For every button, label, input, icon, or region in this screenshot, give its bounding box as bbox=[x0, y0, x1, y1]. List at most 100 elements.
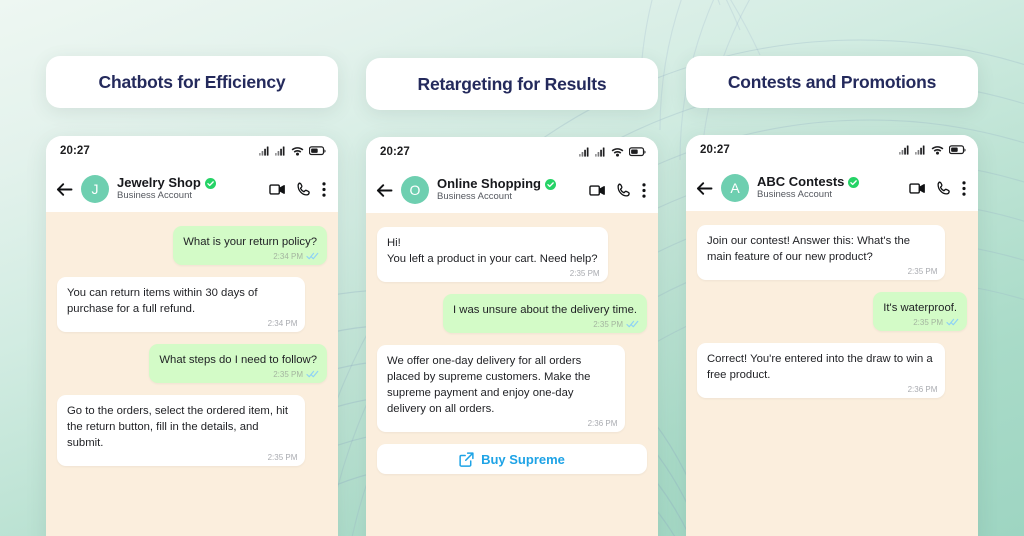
battery-icon bbox=[949, 145, 966, 155]
chat-header: J Jewelry Shop Business Account bbox=[46, 166, 338, 212]
outgoing-message-bubble[interactable]: I was unsure about the delivery time. 2:3… bbox=[443, 294, 647, 334]
message-text: We offer one-day delivery for all orders… bbox=[387, 355, 591, 416]
poster-canvas: Chatbots for Efficiency 20:27 J Jewelry Sho… bbox=[0, 0, 1024, 536]
more-options-icon[interactable] bbox=[962, 180, 966, 196]
title-card: Retargeting for Results bbox=[366, 58, 658, 110]
avatar[interactable]: J bbox=[81, 175, 109, 203]
chat-body: What is your return policy? 2:34 PM You ca… bbox=[46, 212, 338, 536]
signal-icon bbox=[915, 145, 926, 155]
contact-info[interactable]: Online Shopping Business Account bbox=[437, 177, 581, 202]
message-timestamp: 2:35 PM bbox=[913, 317, 943, 327]
phone-call-icon[interactable] bbox=[617, 183, 631, 197]
incoming-message-bubble[interactable]: We offer one-day delivery for all orders… bbox=[377, 345, 626, 433]
back-arrow-icon[interactable] bbox=[376, 183, 393, 198]
message-text: Correct! You're entered into the draw to… bbox=[707, 353, 933, 382]
contact-name: Jewelry Shop bbox=[117, 175, 201, 191]
wifi-icon bbox=[291, 146, 304, 156]
wifi-icon bbox=[931, 145, 944, 155]
title-card: Contests and Promotions bbox=[686, 56, 978, 108]
message-timestamp: 2:35 PM bbox=[267, 452, 298, 462]
contact-name-row: Jewelry Shop bbox=[117, 176, 261, 190]
more-options-icon[interactable] bbox=[322, 181, 326, 197]
outgoing-message-bubble[interactable]: What is your return policy? 2:34 PM bbox=[173, 226, 327, 266]
verified-badge-icon bbox=[545, 178, 556, 190]
read-receipt-icon bbox=[946, 319, 959, 326]
message-row: Go to the orders, select the ordered ite… bbox=[57, 395, 327, 467]
incoming-message-bubble[interactable]: Correct! You're entered into the draw to… bbox=[697, 343, 946, 399]
message-text: Hi! You left a product in your cart. Need… bbox=[387, 237, 598, 266]
back-arrow-icon[interactable] bbox=[696, 181, 713, 196]
title-text: Retargeting for Results bbox=[417, 73, 607, 94]
avatar[interactable]: A bbox=[721, 174, 749, 202]
avatar[interactable]: O bbox=[401, 176, 429, 204]
title-text: Contests and Promotions bbox=[727, 71, 937, 92]
header-actions bbox=[909, 180, 968, 196]
status-time: 20:27 bbox=[60, 145, 90, 157]
outgoing-message-bubble[interactable]: What steps do I need to follow? 2:35 PM bbox=[149, 344, 327, 384]
wifi-icon bbox=[611, 147, 624, 157]
message-text: It's waterproof. bbox=[883, 302, 957, 315]
message-row: We offer one-day delivery for all orders… bbox=[377, 345, 647, 433]
message-row: I was unsure about the delivery time. 2:3… bbox=[377, 294, 647, 334]
status-time: 20:27 bbox=[380, 146, 410, 158]
message-text: I was unsure about the delivery time. bbox=[453, 304, 637, 317]
message-timestamp: 2:36 PM bbox=[587, 418, 618, 428]
back-arrow-icon[interactable] bbox=[56, 182, 73, 197]
phone-call-icon[interactable] bbox=[937, 181, 951, 195]
message-meta: 2:36 PM bbox=[908, 384, 938, 395]
signal-icon bbox=[899, 145, 910, 155]
message-timestamp: 2:34 PM bbox=[273, 251, 303, 261]
message-meta: 2:34 PM bbox=[268, 318, 298, 329]
phone-mockup: 20:27 A ABC Contests Business Account Join o… bbox=[686, 135, 978, 536]
header-actions bbox=[269, 181, 328, 197]
message-timestamp: 2:35 PM bbox=[569, 268, 600, 278]
contact-name: ABC Contests bbox=[757, 174, 845, 190]
message-row: It's waterproof. 2:35 PM bbox=[697, 292, 967, 332]
battery-icon bbox=[629, 147, 646, 157]
message-meta: 2:35 PM bbox=[908, 266, 938, 277]
message-meta: 2:35 PM bbox=[913, 317, 959, 328]
buy-supreme-button[interactable]: Buy Supreme bbox=[377, 444, 647, 475]
message-meta: 2:36 PM bbox=[588, 418, 618, 429]
contact-subtitle: Business Account bbox=[117, 190, 192, 202]
phone-mockup: 20:27 O Online Shopping Business Account Hi!… bbox=[366, 137, 658, 536]
contact-info[interactable]: Jewelry Shop Business Account bbox=[117, 176, 261, 201]
message-timestamp: 2:34 PM bbox=[267, 318, 298, 328]
message-text: Join our contest! Answer this: What's th… bbox=[707, 235, 911, 264]
signal-icon bbox=[275, 146, 286, 156]
title-text: Chatbots for Efficiency bbox=[98, 71, 286, 92]
verified-badge-icon bbox=[204, 177, 216, 189]
verified-badge-icon bbox=[848, 176, 860, 188]
message-text: What is your return policy? bbox=[183, 236, 317, 248]
message-meta: 2:34 PM bbox=[273, 251, 319, 262]
phone-call-icon[interactable] bbox=[297, 182, 311, 196]
incoming-message-bubble[interactable]: Join our contest! Answer this: What's th… bbox=[697, 225, 946, 281]
message-row: Correct! You're entered into the draw to… bbox=[697, 343, 967, 399]
contact-info[interactable]: ABC Contests Business Account bbox=[757, 175, 901, 200]
chat-header: A ABC Contests Business Account bbox=[686, 165, 978, 211]
read-receipt-icon bbox=[626, 321, 639, 328]
incoming-message-bubble[interactable]: Hi! You left a product in your cart. Need… bbox=[377, 227, 608, 283]
message-row: What is your return policy? 2:34 PM bbox=[57, 226, 327, 266]
status-time: 20:27 bbox=[700, 144, 730, 156]
signal-icon bbox=[595, 147, 606, 157]
message-timestamp: 2:35 PM bbox=[907, 266, 938, 276]
column-2: Retargeting for Results 20:27 O Online Shop… bbox=[366, 0, 658, 536]
incoming-message-bubble[interactable]: You can return items within 30 days of p… bbox=[57, 277, 306, 333]
contact-name: Online Shopping bbox=[437, 176, 541, 192]
message-meta: 2:35 PM bbox=[268, 452, 298, 463]
column-1: Chatbots for Efficiency 20:27 J Jewelry Sho… bbox=[46, 0, 338, 536]
video-call-icon[interactable] bbox=[269, 183, 286, 196]
message-text: What steps do I need to follow? bbox=[159, 354, 317, 367]
more-options-icon[interactable] bbox=[642, 182, 646, 198]
video-call-icon[interactable] bbox=[589, 184, 606, 197]
external-link-icon bbox=[459, 452, 474, 467]
incoming-message-bubble[interactable]: Go to the orders, select the ordered ite… bbox=[57, 395, 306, 467]
status-icons bbox=[899, 145, 966, 155]
battery-icon bbox=[309, 146, 326, 156]
chat-header: O Online Shopping Business Account bbox=[366, 167, 658, 213]
cta-label: Buy Supreme bbox=[481, 451, 565, 467]
outgoing-message-bubble[interactable]: It's waterproof. 2:35 PM bbox=[873, 292, 967, 332]
video-call-icon[interactable] bbox=[909, 182, 926, 195]
status-bar: 20:27 bbox=[686, 135, 978, 165]
